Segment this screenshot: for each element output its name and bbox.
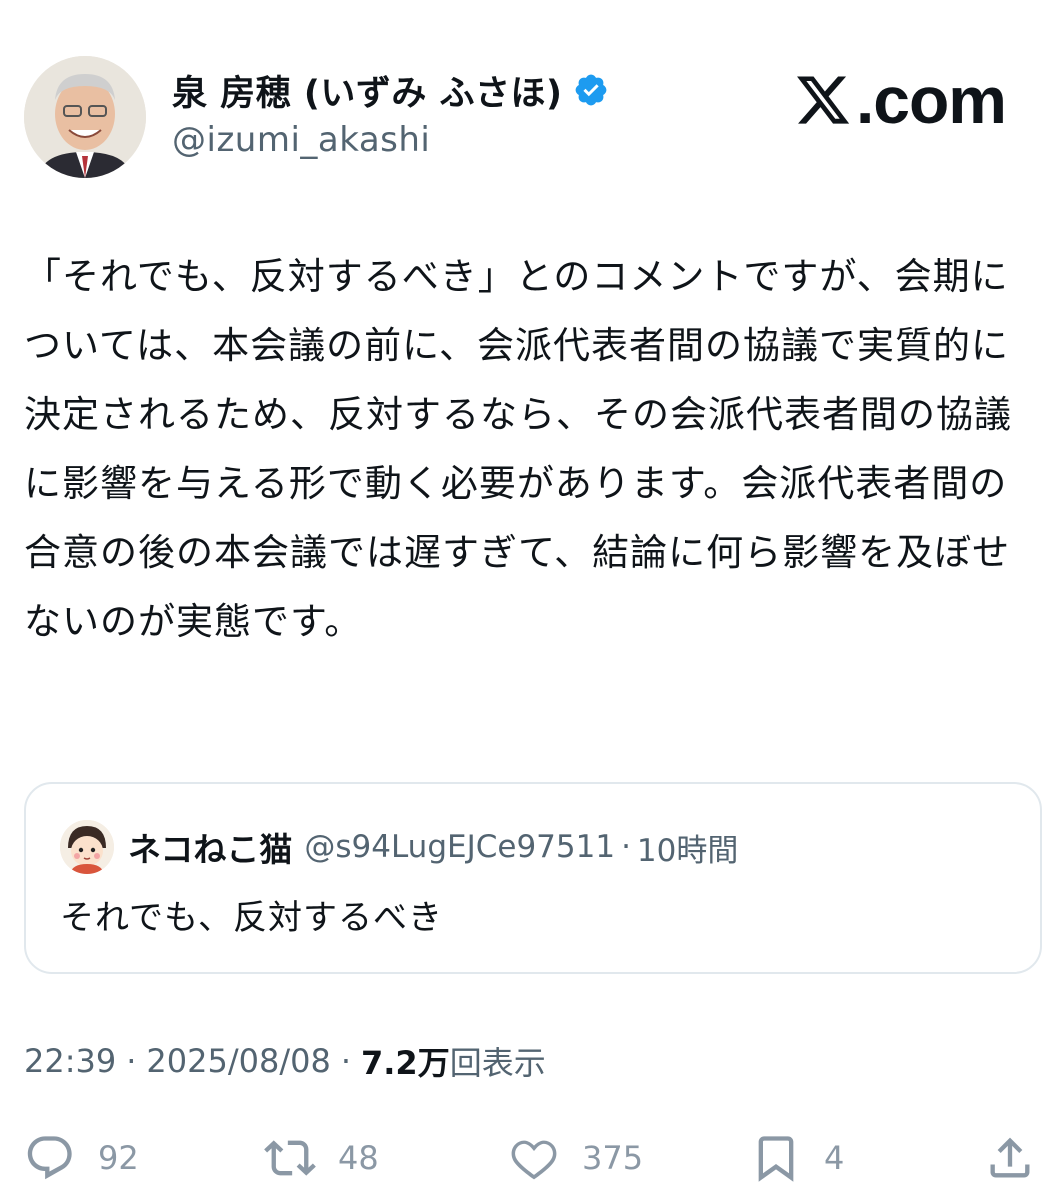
author-avatar[interactable] [24,56,146,178]
quoted-text: それでも、反対するべき [60,898,443,938]
quoted-separator: · [621,829,631,865]
brand-label: .com [855,63,1007,137]
heart-icon [511,1140,557,1180]
author-display-name[interactable]: 泉 房穂 (いずみ ふさほ) [172,65,563,116]
views-count: 7.2万 [361,1044,450,1082]
quoted-author-avatar[interactable] [60,820,114,874]
reply-count: 92 [98,1139,139,1177]
share-icon [990,1137,1030,1178]
tweet-time[interactable]: 22:39 [24,1042,116,1080]
retweet-icon [264,1140,316,1176]
retweet-button[interactable]: 48 [264,1132,379,1184]
author-avatar-image [24,56,146,178]
bookmark-button[interactable]: 4 [750,1132,844,1184]
bookmark-count: 4 [824,1139,845,1177]
retweet-count: 48 [338,1139,379,1177]
quoted-tweet[interactable]: ネコねこ猫 @s94LugEJCe97511 · 10時間 それでも、反対するべ… [24,782,1042,974]
tweet-date[interactable]: 2025/08/08 [146,1042,330,1080]
reply-button[interactable]: 92 [24,1132,139,1184]
x-logo-icon [796,76,850,124]
bookmark-icon [758,1136,794,1182]
tweet-text: 「それでも、反対するべき」とのコメントですが、会期については、本会議の前に、会派… [24,255,1012,643]
meta-separator-1: · [126,1042,137,1080]
quoted-handle[interactable]: @s94LugEJCe97511 [304,829,615,865]
verified-badge-icon[interactable] [573,72,609,108]
display-name-row: 泉 房穂 (いずみ ふさほ) [172,66,609,114]
like-button[interactable]: 375 [508,1132,643,1184]
quoted-display-name[interactable]: ネコねこ猫 [128,823,292,871]
reply-icon [27,1136,72,1180]
tweet-meta: 22:39 · 2025/08/08 · 7.2万 回表示 [24,1038,546,1084]
meta-separator-2: · [340,1042,351,1080]
quoted-avatar-image [60,820,114,874]
views-label: 回表示 [449,1044,546,1082]
tweet-header: 泉 房穂 (いずみ ふさほ) @izumi_akashi .com [24,52,1036,178]
quoted-tweet-header: ネコねこ猫 @s94LugEJCe97511 · 10時間 [60,820,738,874]
like-count: 375 [582,1139,644,1177]
author-names: 泉 房穂 (いずみ ふさほ) @izumi_akashi [172,66,609,160]
author-handle[interactable]: @izumi_akashi [172,120,609,160]
x-com-brand: .com [792,62,1007,138]
share-button[interactable] [984,1132,1058,1184]
action-bar: 92 48 375 4 [24,1128,1036,1188]
quoted-time[interactable]: 10時間 [637,825,738,870]
